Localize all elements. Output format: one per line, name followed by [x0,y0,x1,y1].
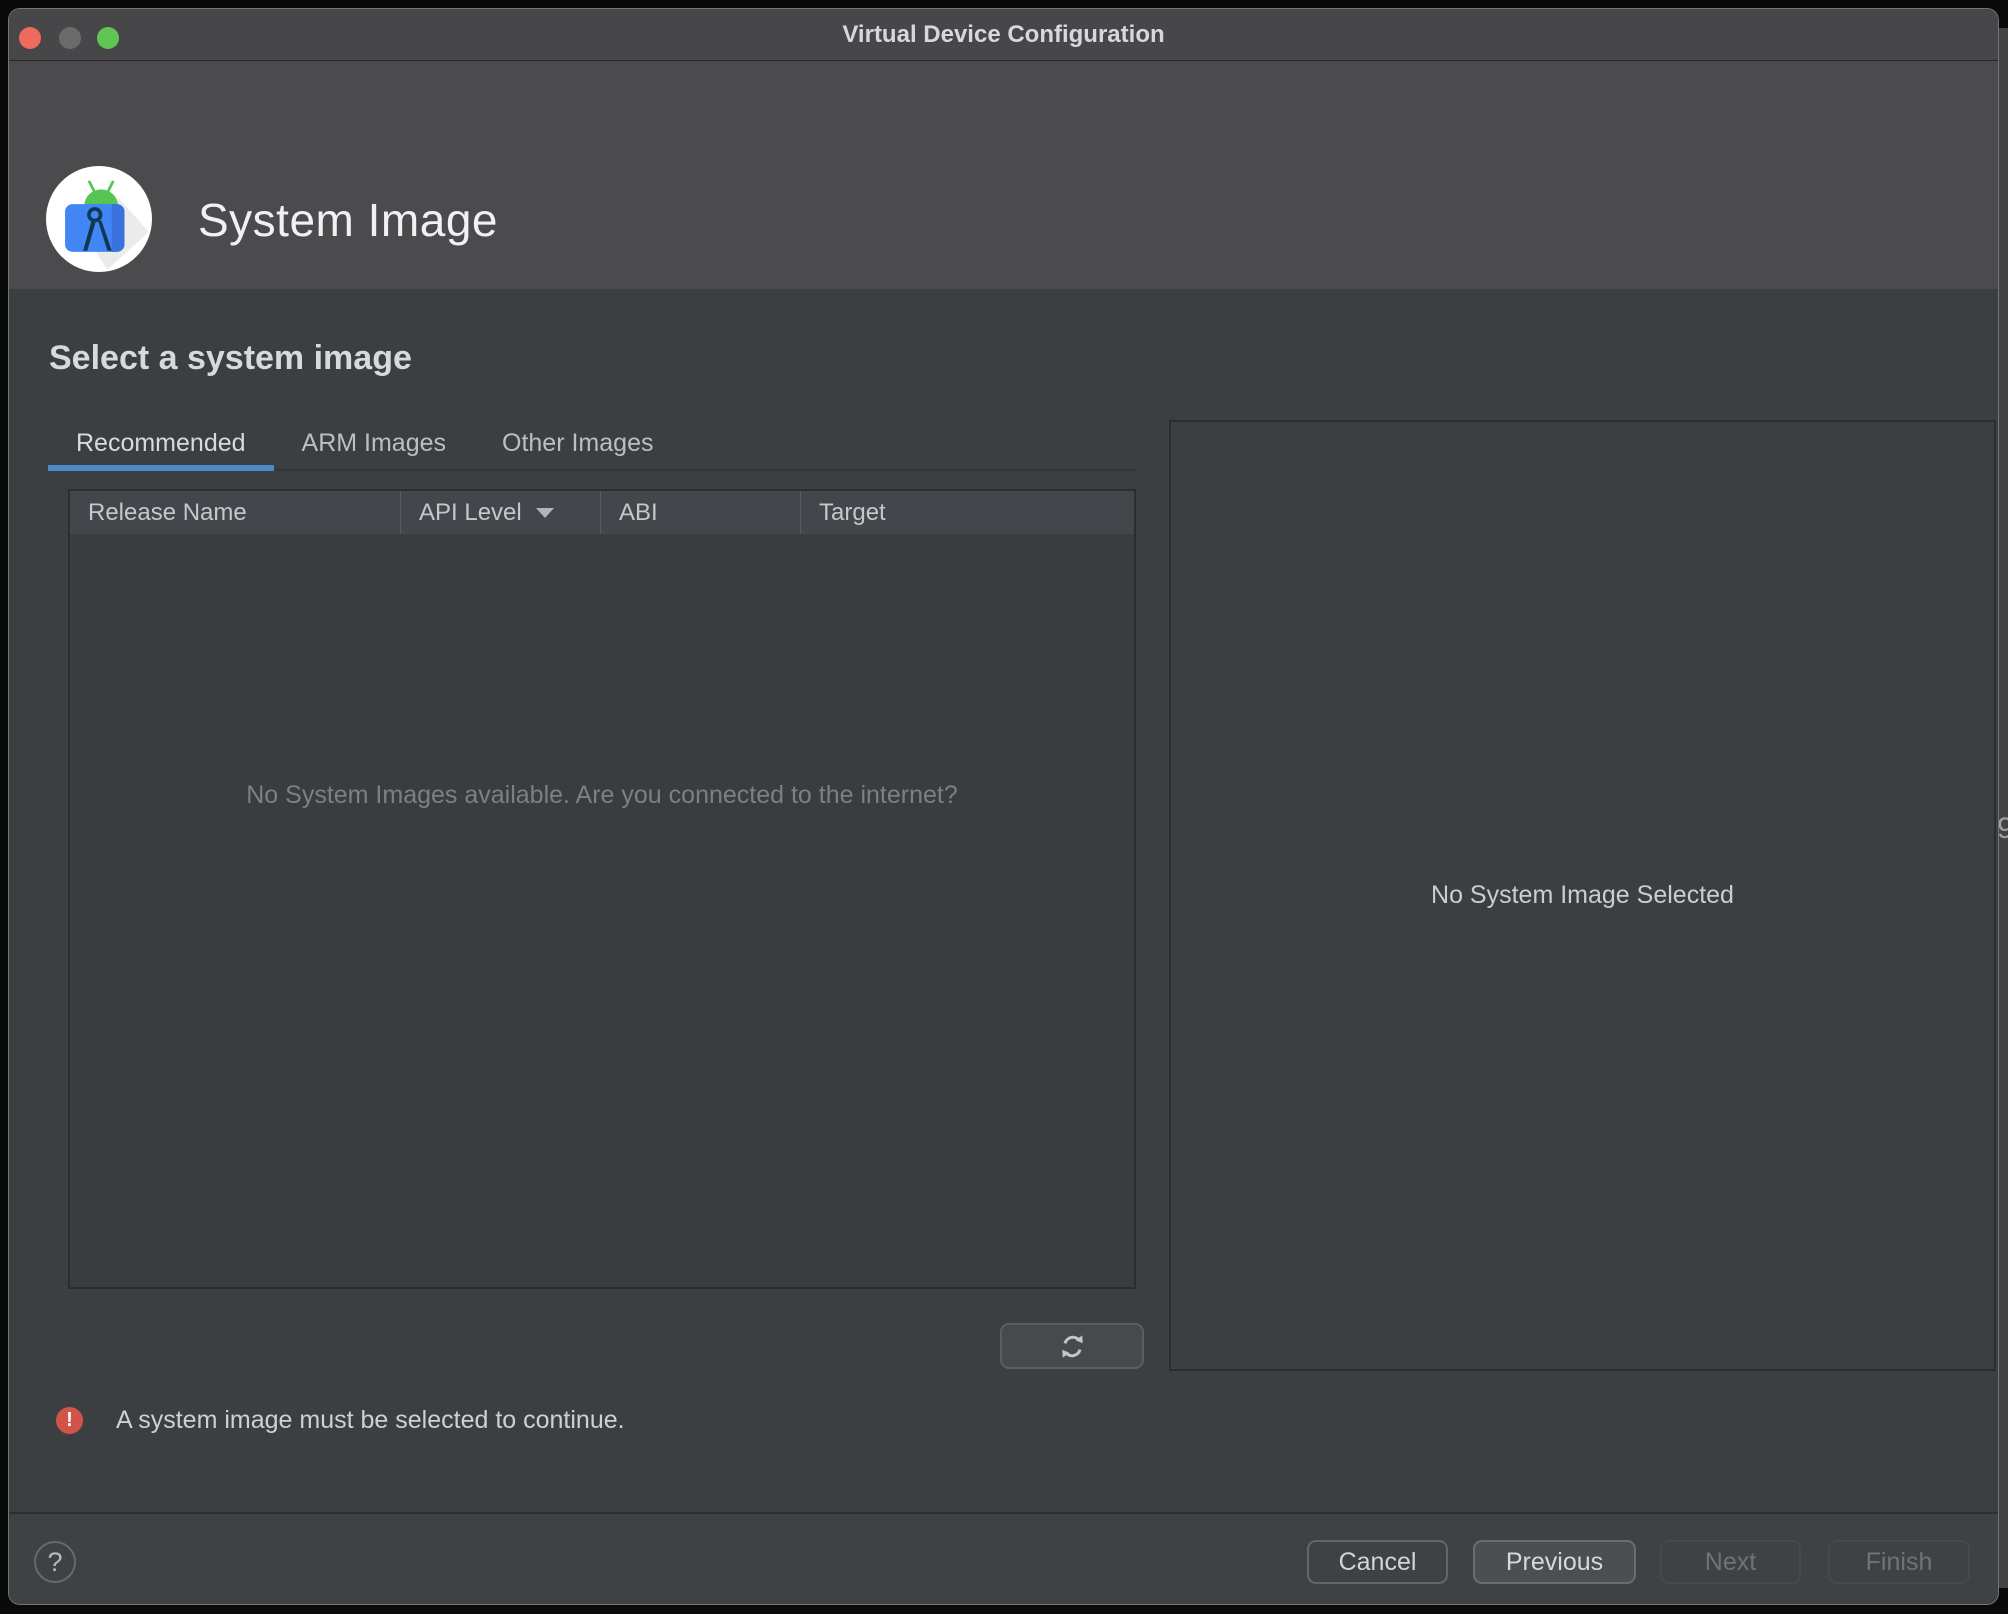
tab-recommended[interactable]: Recommended [48,419,274,469]
table-empty-message: No System Images available. Are you conn… [70,781,1134,810]
minimize-button[interactable] [59,27,81,49]
finish-button[interactable]: Finish [1828,1540,1970,1584]
validation-message-row: ! A system image must be selected to con… [56,1406,625,1434]
window-title: Virtual Device Configuration [9,9,1998,61]
system-image-table: Release Name API Level ABI Target No Sys… [68,489,1136,1289]
image-type-tabs: Recommended ARM Images Other Images [48,419,1136,471]
column-header-api-level[interactable]: API Level [400,491,600,534]
tab-other-images[interactable]: Other Images [474,419,681,469]
detail-empty-message: No System Image Selected [1431,881,1734,910]
refresh-button[interactable] [1000,1323,1144,1369]
virtual-device-configuration-dialog: Virtual Device Configuration System Imag… [8,8,1999,1605]
cancel-button[interactable]: Cancel [1307,1540,1448,1584]
tab-arm-images[interactable]: ARM Images [274,419,474,469]
help-icon: ? [47,1547,62,1578]
dialog-footer: ? Cancel Previous Next Finish [9,1512,1998,1604]
error-icon: ! [56,1407,83,1434]
wizard-header: System Image [9,61,1998,289]
table-header-row: Release Name API Level ABI Target [70,491,1134,534]
column-header-target[interactable]: Target [800,491,1134,534]
sort-descending-icon [536,508,554,518]
wizard-step-title: System Image [198,193,498,247]
refresh-icon [1057,1331,1088,1362]
close-button[interactable] [19,27,41,49]
previous-button[interactable]: Previous [1473,1540,1636,1584]
column-header-abi[interactable]: ABI [600,491,800,534]
page-title: Select a system image [49,339,412,378]
column-header-release-name[interactable]: Release Name [70,491,400,534]
system-image-detail-panel: No System Image Selected [1169,420,1996,1371]
help-button[interactable]: ? [34,1541,76,1583]
android-studio-logo-icon [46,166,152,272]
zoom-button[interactable] [97,27,119,49]
validation-message: A system image must be selected to conti… [116,1406,625,1435]
next-button[interactable]: Next [1660,1540,1801,1584]
titlebar: Virtual Device Configuration [9,9,1998,61]
